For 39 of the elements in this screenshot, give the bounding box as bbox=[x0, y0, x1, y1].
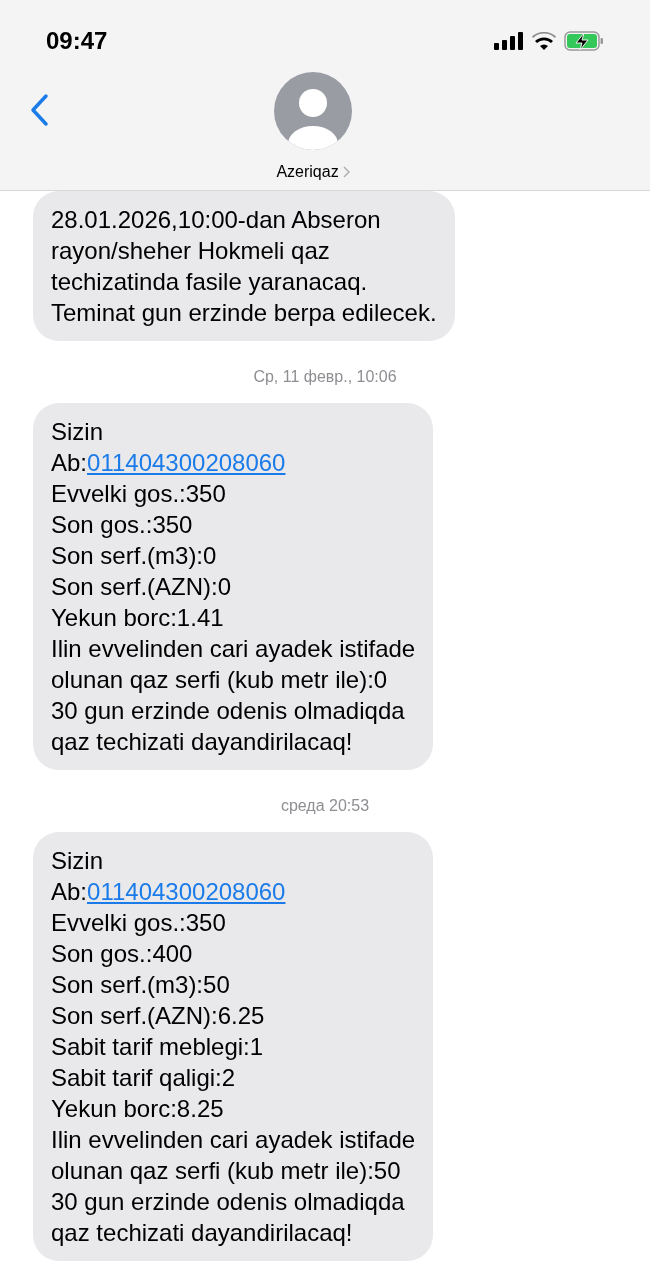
message-text: Evvelki gos.:350 bbox=[51, 908, 227, 938]
message-text: Yekun borc:1.41 bbox=[51, 603, 225, 633]
back-icon bbox=[29, 93, 49, 127]
message-text: Sabit tarif meblegi:1 bbox=[51, 1032, 265, 1062]
contact-name-button[interactable]: Azeriqaz bbox=[276, 160, 350, 184]
message-timestamp: среда 20:53 bbox=[280, 796, 370, 816]
message-text: rayon/sheher Hokmeli qaz bbox=[51, 236, 331, 266]
account-link[interactable]: 011404300208060 bbox=[87, 878, 286, 905]
message-text: Son serf.(AZN):6.25 bbox=[51, 1001, 266, 1031]
message-text: Ab:011404300208060 bbox=[51, 877, 287, 907]
message-text: Ilin evvelinden cari ayadek istifade bbox=[51, 1125, 416, 1155]
message-text: Teminat gun erzinde berpa edilecek. bbox=[51, 298, 437, 328]
message-text: Evvelki gos.:350 bbox=[51, 479, 227, 509]
message-text: Son gos.:400 bbox=[51, 939, 194, 969]
message-text: 30 gun erzinde odenis olmadiqda bbox=[51, 696, 406, 726]
message-text: Ilin evvelinden cari ayadek istifade bbox=[51, 634, 416, 664]
avatar-icon bbox=[274, 72, 352, 150]
message-text: olunan qaz serfi (kub metr ile):0 bbox=[51, 665, 389, 695]
message-text: Son gos.:350 bbox=[51, 510, 194, 540]
message-text: Sabit tarif qaligi:2 bbox=[51, 1063, 237, 1093]
message-text: Son serf.(m3):50 bbox=[51, 970, 231, 1000]
status-time: 09:47 bbox=[46, 26, 108, 56]
message-text: Son serf.(m3):0 bbox=[51, 541, 218, 571]
message-text: Ab:011404300208060 bbox=[51, 448, 287, 478]
message-timestamp: Ср, 11 февр., 10:06 bbox=[253, 367, 397, 387]
message-text: Sizin bbox=[51, 417, 105, 447]
message-text: Son serf.(AZN):0 bbox=[51, 572, 233, 602]
message-text: Yekun borc:8.25 bbox=[51, 1094, 225, 1124]
message-text: olunan qaz serfi (kub metr ile):50 bbox=[51, 1156, 402, 1186]
message-text: Sizin bbox=[51, 846, 105, 876]
signal-icon bbox=[494, 32, 524, 50]
message-text: techizatinda fasile yaranacaq. bbox=[51, 267, 369, 297]
wifi-icon bbox=[532, 32, 556, 50]
message-text: qaz techizati dayandirilacaq! bbox=[51, 727, 354, 757]
account-link[interactable]: 011404300208060 bbox=[87, 449, 286, 476]
message-text: qaz techizati dayandirilacaq! bbox=[51, 1218, 354, 1248]
chevron-right-icon bbox=[342, 166, 350, 178]
message-text: 28.01.2026,10:00-dan Abseron bbox=[51, 205, 382, 235]
message-text: 30 gun erzinde odenis olmadiqda bbox=[51, 1187, 406, 1217]
